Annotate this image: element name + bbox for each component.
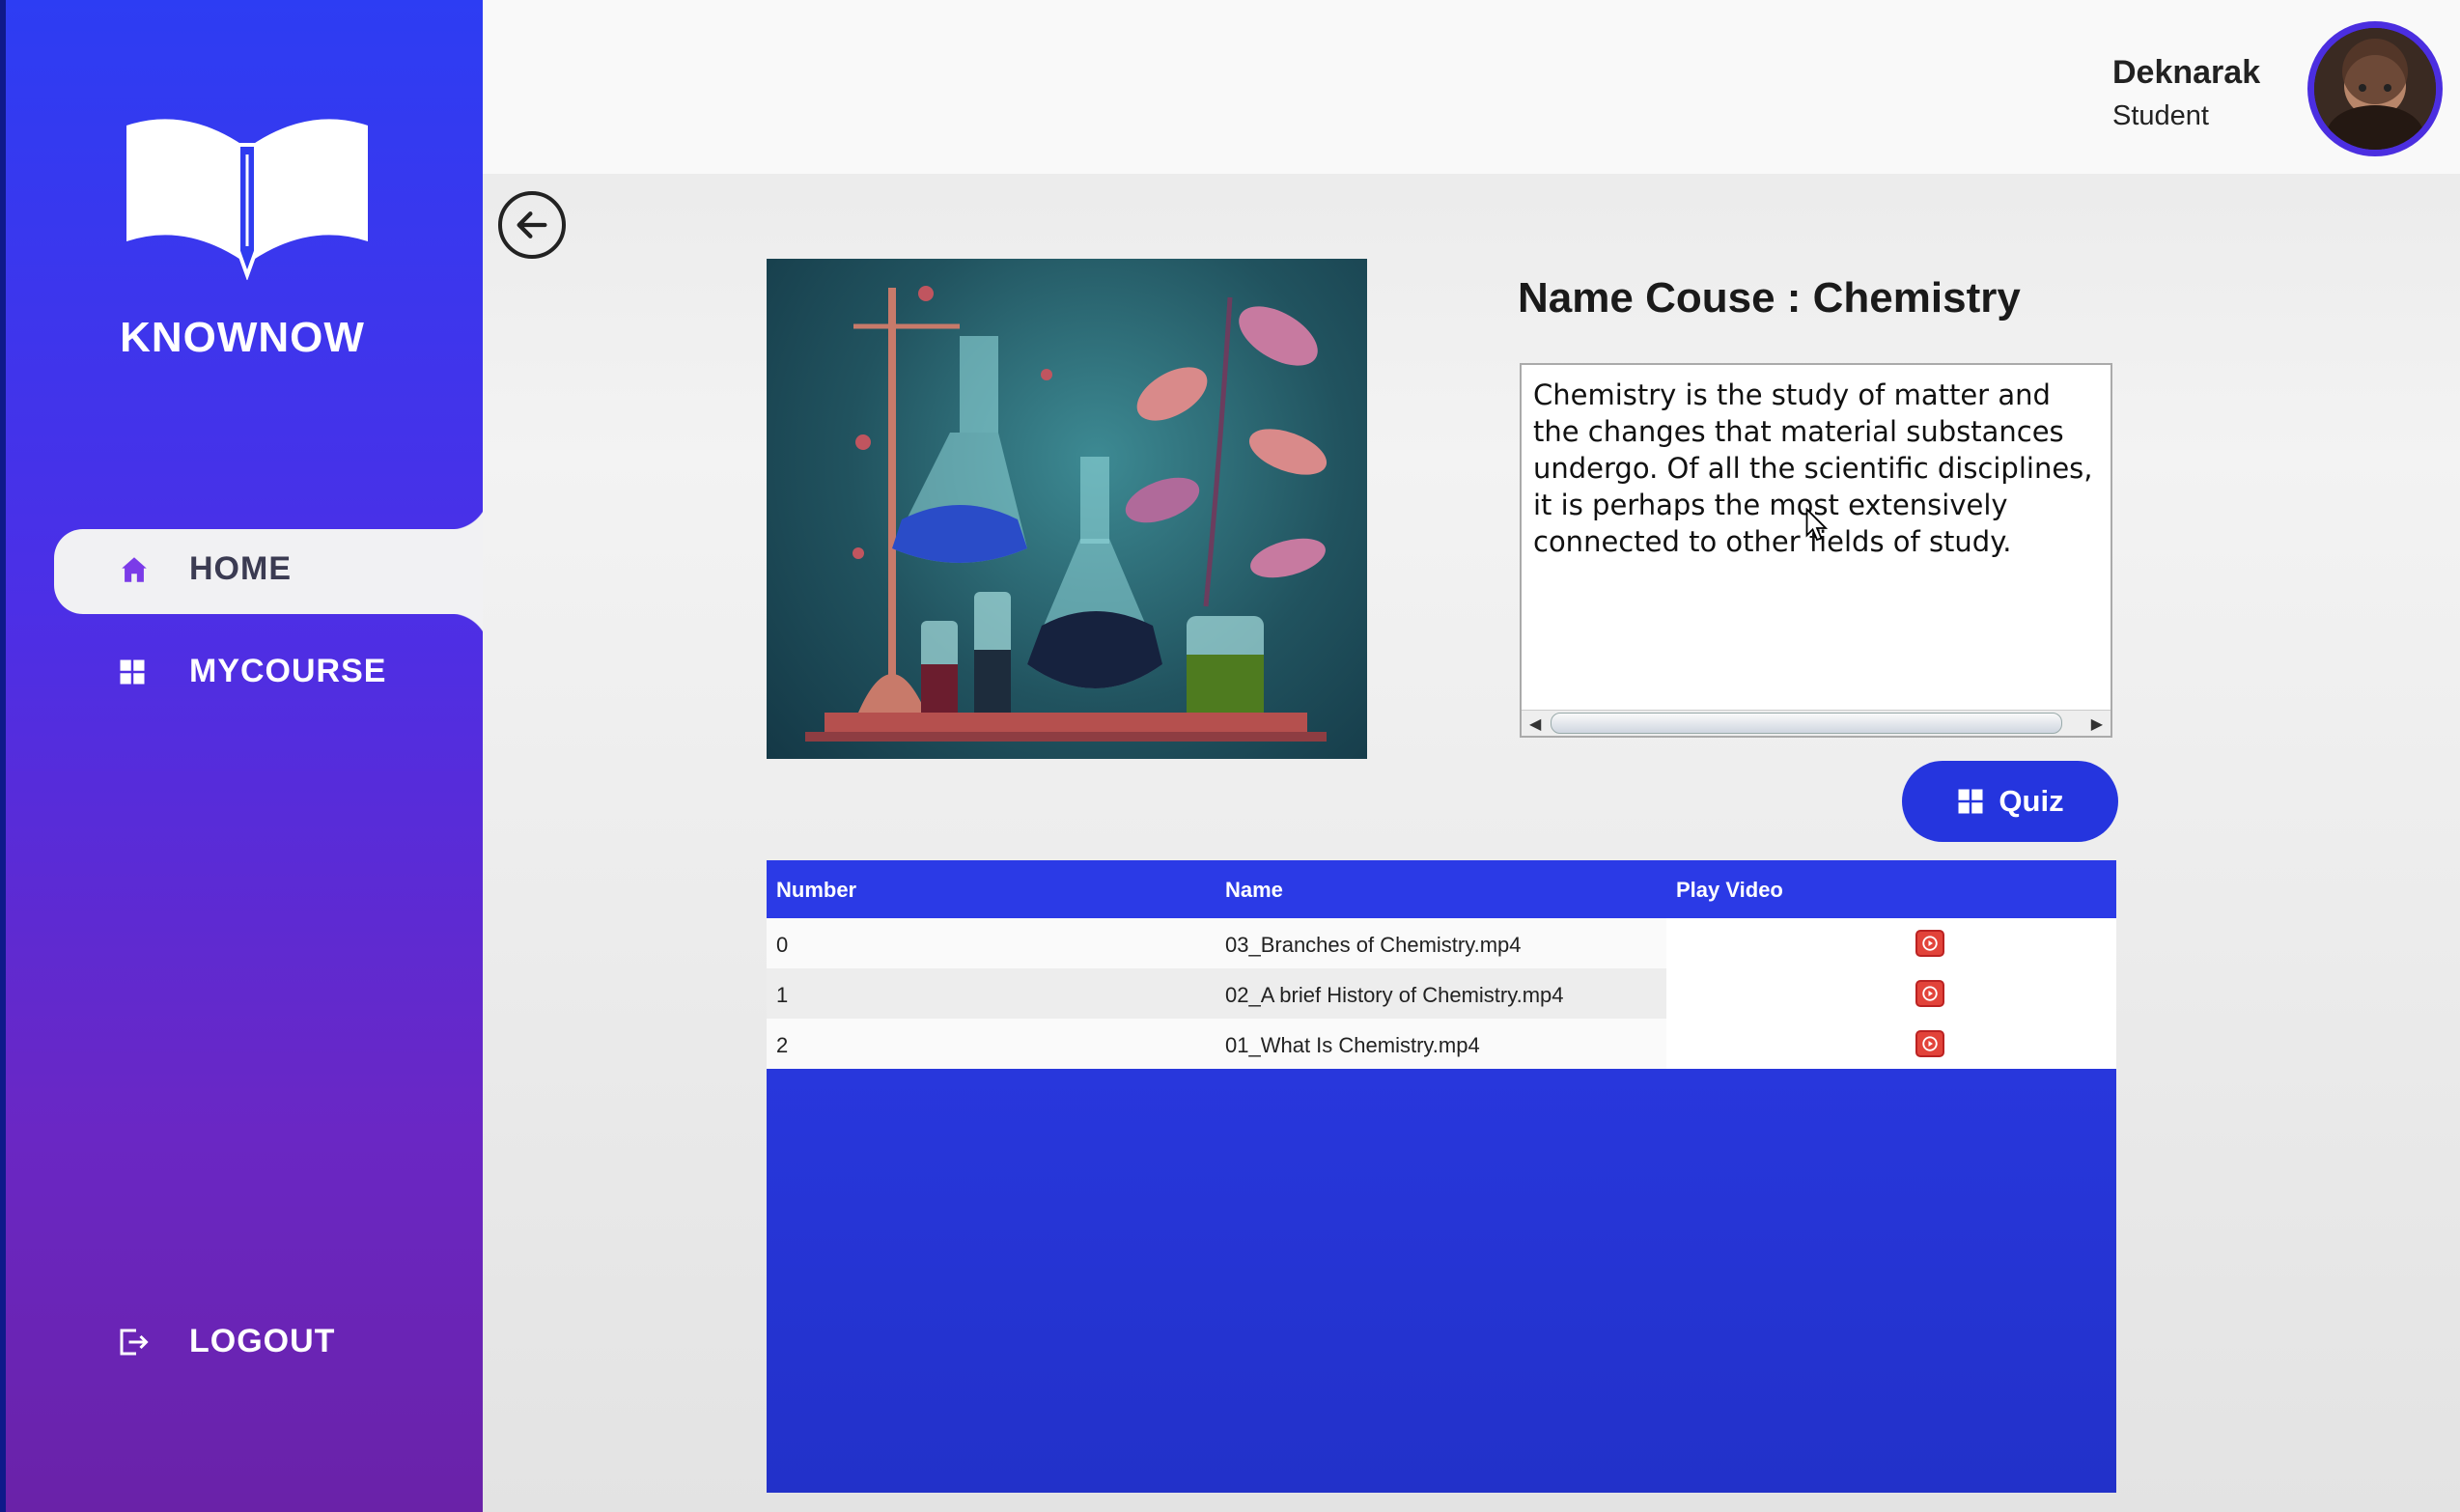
sidebar-item-label: HOME xyxy=(189,550,292,587)
scrollbar-thumb[interactable] xyxy=(1551,713,2062,734)
scroll-left-icon[interactable]: ◀ xyxy=(1529,714,1541,734)
user-role: Student xyxy=(2112,100,2209,131)
avatar[interactable] xyxy=(2307,21,2443,156)
user-name: Deknarak xyxy=(2112,54,2261,91)
mouse-cursor-icon xyxy=(1805,508,1829,542)
play-video-icon[interactable] xyxy=(1915,930,1944,957)
column-header-play-video[interactable]: Play Video xyxy=(1676,878,1783,903)
sidebar-item-mycourse[interactable]: MYCOURSE xyxy=(118,653,386,690)
cell-name: 03_Branches of Chemistry.mp4 xyxy=(1225,933,1522,957)
course-title: Name Couse : Chemistry xyxy=(1518,274,2021,322)
table-header: Number Name Play Video xyxy=(767,860,2116,918)
book-pen-icon xyxy=(126,119,368,281)
app-title: KNOWNOW xyxy=(120,314,365,361)
table-row[interactable]: 2 01_What Is Chemistry.mp4 xyxy=(767,1019,2116,1069)
play-video-icon[interactable] xyxy=(1915,980,1944,1007)
sidebar-item-home[interactable]: HOME xyxy=(54,490,489,653)
logout-label: LOGOUT xyxy=(189,1323,336,1359)
course-image xyxy=(767,259,1367,759)
home-icon xyxy=(122,556,147,582)
course-description-box[interactable]: Chemistry is the study of matter and the… xyxy=(1520,363,2112,738)
main-panel: Deknarak Student Name Couse: Chemistry … xyxy=(483,0,2460,1512)
table-row[interactable]: 1 02_A brief History of Chemistry.mp4 xyxy=(767,968,2116,1019)
grid-icon xyxy=(120,659,145,684)
play-video-icon[interactable] xyxy=(1915,1030,1944,1057)
logout-button[interactable]: LOGOUT xyxy=(116,1323,335,1360)
back-button[interactable] xyxy=(498,191,566,259)
column-header-number[interactable]: Number xyxy=(776,878,856,903)
quiz-label: Quiz xyxy=(1999,784,2064,818)
horizontal-scrollbar[interactable]: ◀ ▶ xyxy=(1522,710,2111,736)
video-table: Number Name Play Video 0 03_Branches of … xyxy=(767,860,2116,1493)
cell-name: 02_A brief History of Chemistry.mp4 xyxy=(1225,983,1564,1007)
arrow-left-icon xyxy=(517,211,547,238)
grid-icon xyxy=(1958,789,1983,814)
sidebar-item-label: MYCOURSE xyxy=(189,653,387,689)
cell-number: 1 xyxy=(776,983,789,1007)
cell-number: 0 xyxy=(776,933,789,957)
top-bar: Deknarak Student xyxy=(483,0,2460,174)
scroll-right-icon[interactable]: ▶ xyxy=(2091,714,2103,734)
cell-number: 2 xyxy=(776,1033,789,1057)
cell-name: 01_What Is Chemistry.mp4 xyxy=(1225,1033,1480,1057)
column-header-name[interactable]: Name xyxy=(1225,878,1283,903)
quiz-button[interactable]: Quiz xyxy=(1902,761,2118,842)
sidebar: KNOWNOW HOME MYCOURSE LOGOUT xyxy=(0,0,489,1512)
app-logo xyxy=(6,106,489,285)
table-row[interactable]: 0 03_Branches of Chemistry.mp4 xyxy=(767,918,2116,968)
logout-icon xyxy=(120,1329,149,1355)
